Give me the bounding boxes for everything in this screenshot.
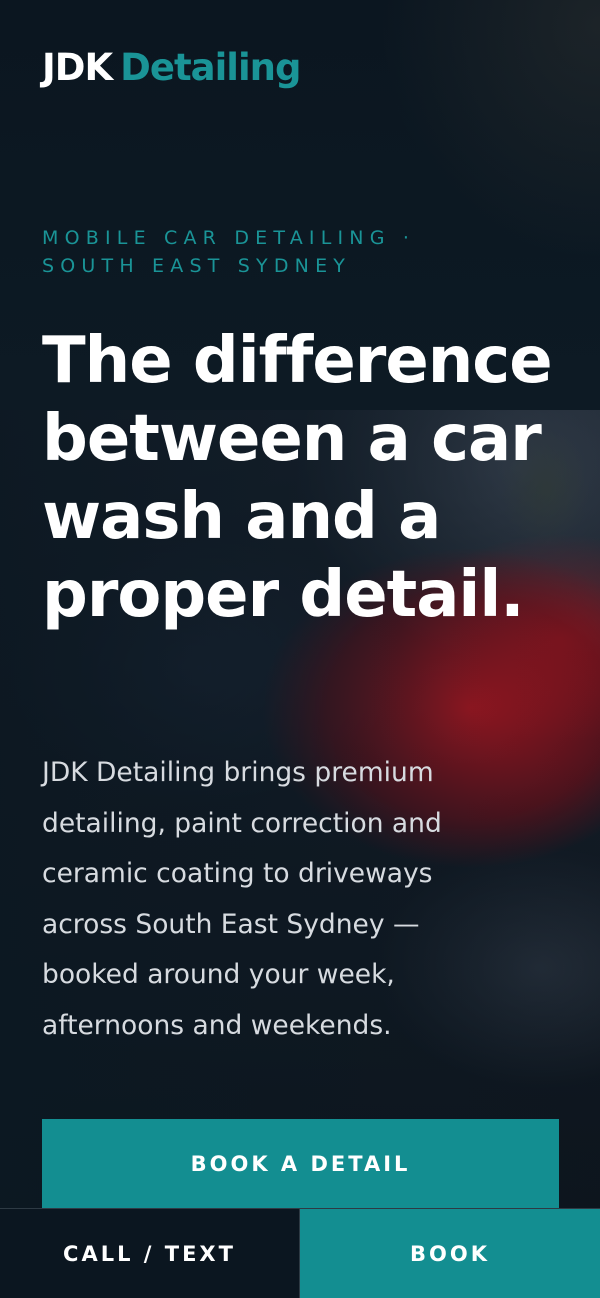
hero-eyebrow: MOBILE CAR DETAILING · SOUTH EAST SYDNEY	[42, 227, 416, 277]
call-text-button[interactable]: CALL / TEXT	[0, 1209, 300, 1298]
sticky-bottom-bar: CALL / TEXT BOOK	[0, 1208, 600, 1298]
logo-primary-text: JDK	[42, 46, 113, 89]
hero-headline: The difference between a car wash and a …	[42, 324, 553, 632]
site-logo[interactable]: JDK Detailing	[42, 46, 302, 89]
hero-lead-text: JDK Detailing brings premium detailing, …	[42, 757, 442, 1041]
book-button[interactable]: BOOK	[300, 1209, 600, 1298]
hero-content: JDK Detailing MOBILE CAR DETAILING · SOUT…	[0, 0, 600, 1298]
logo-accent-text: Detailing	[120, 46, 301, 89]
page: JDK Detailing MOBILE CAR DETAILING · SOUT…	[0, 0, 600, 1298]
book-a-detail-button[interactable]: BOOK A DETAIL	[42, 1119, 559, 1209]
